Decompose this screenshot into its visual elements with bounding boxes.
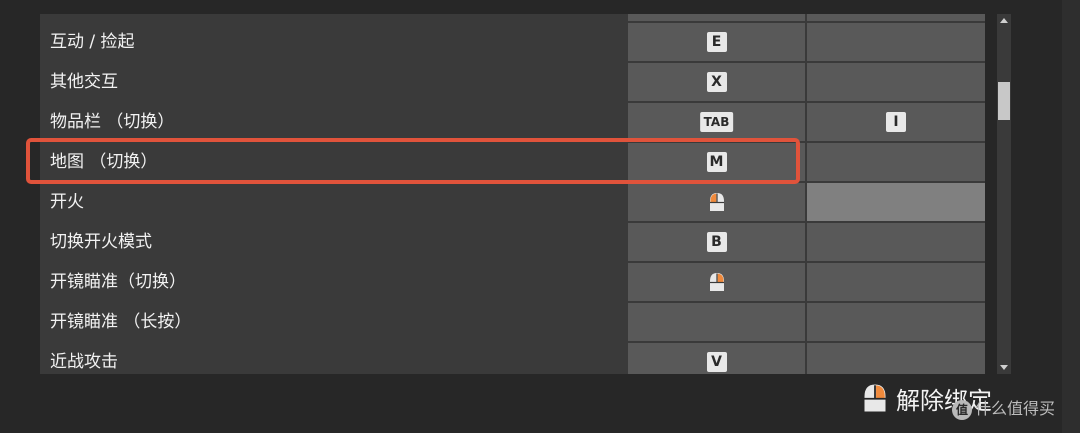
watermark: 值什么值得买 bbox=[952, 395, 1055, 420]
highlight-annotation bbox=[26, 138, 800, 184]
scrollbar[interactable] bbox=[997, 14, 1011, 374]
secondary-binding-cell[interactable] bbox=[807, 343, 985, 374]
table-row[interactable]: 开火 bbox=[40, 182, 985, 222]
action-label: 近战攻击 bbox=[50, 352, 118, 372]
key-x-icon: X bbox=[706, 72, 727, 92]
secondary-binding-cell[interactable] bbox=[807, 14, 985, 21]
watermark-badge-icon: 值 bbox=[952, 399, 972, 420]
action-label: 开火 bbox=[50, 192, 84, 212]
action-label: 物品栏 （切换） bbox=[50, 112, 175, 132]
scroll-up-arrow-icon[interactable] bbox=[997, 14, 1011, 28]
table-row[interactable]: 开镜瞄准 （长按） bbox=[40, 302, 985, 342]
primary-binding-cell[interactable]: B bbox=[628, 223, 805, 261]
keybind-list: 互动 / 捡起 E 其他交互 X 物品栏 （切换） TAB I 地图 （切换） bbox=[40, 14, 985, 374]
window-edge bbox=[1062, 0, 1080, 433]
table-row[interactable]: 互动 / 捡起 E bbox=[40, 22, 985, 62]
mouse-left-click-icon bbox=[709, 193, 724, 211]
secondary-binding-cell-selected[interactable] bbox=[807, 183, 985, 221]
primary-binding-cell[interactable]: X bbox=[628, 63, 805, 101]
primary-binding-cell[interactable] bbox=[628, 183, 805, 221]
scroll-down-arrow-icon[interactable] bbox=[997, 360, 1011, 374]
keybind-settings-screen: 互动 / 捡起 E 其他交互 X 物品栏 （切换） TAB I 地图 （切换） bbox=[0, 0, 1080, 433]
key-b-icon: B bbox=[706, 232, 727, 252]
primary-binding-cell[interactable] bbox=[628, 14, 805, 21]
primary-binding-cell[interactable] bbox=[628, 303, 805, 341]
secondary-binding-cell[interactable] bbox=[807, 63, 985, 101]
action-label: 其他交互 bbox=[50, 72, 118, 92]
watermark-text: 什么值得买 bbox=[975, 399, 1056, 418]
secondary-binding-cell[interactable] bbox=[807, 143, 985, 181]
table-row-partial bbox=[40, 14, 985, 22]
table-row[interactable]: 近战攻击 V bbox=[40, 342, 985, 374]
secondary-binding-cell[interactable] bbox=[807, 303, 985, 341]
table-row[interactable]: 开镜瞄准（切换） bbox=[40, 262, 985, 302]
action-label: 开镜瞄准（切换） bbox=[50, 272, 186, 292]
secondary-binding-cell[interactable]: I bbox=[807, 103, 985, 141]
mouse-right-click-icon bbox=[864, 384, 886, 412]
secondary-binding-cell[interactable] bbox=[807, 223, 985, 261]
primary-binding-cell[interactable]: TAB bbox=[628, 103, 805, 141]
key-v-icon: V bbox=[706, 352, 727, 372]
table-row[interactable]: 物品栏 （切换） TAB I bbox=[40, 102, 985, 142]
table-row[interactable]: 其他交互 X bbox=[40, 62, 985, 102]
key-tab-icon: TAB bbox=[699, 112, 734, 132]
secondary-binding-cell[interactable] bbox=[807, 263, 985, 301]
key-e-icon: E bbox=[706, 32, 727, 52]
primary-binding-cell[interactable]: E bbox=[628, 23, 805, 61]
primary-binding-cell[interactable]: V bbox=[628, 343, 805, 374]
mouse-right-click-icon bbox=[709, 273, 724, 291]
action-label: 切换开火模式 bbox=[50, 232, 152, 252]
scrollbar-thumb[interactable] bbox=[998, 82, 1010, 120]
primary-binding-cell[interactable] bbox=[628, 263, 805, 301]
action-label: 开镜瞄准 （长按） bbox=[50, 312, 192, 332]
key-i-icon: I bbox=[886, 112, 906, 132]
action-label: 互动 / 捡起 bbox=[50, 32, 135, 52]
secondary-binding-cell[interactable] bbox=[807, 23, 985, 61]
table-row[interactable]: 切换开火模式 B bbox=[40, 222, 985, 262]
